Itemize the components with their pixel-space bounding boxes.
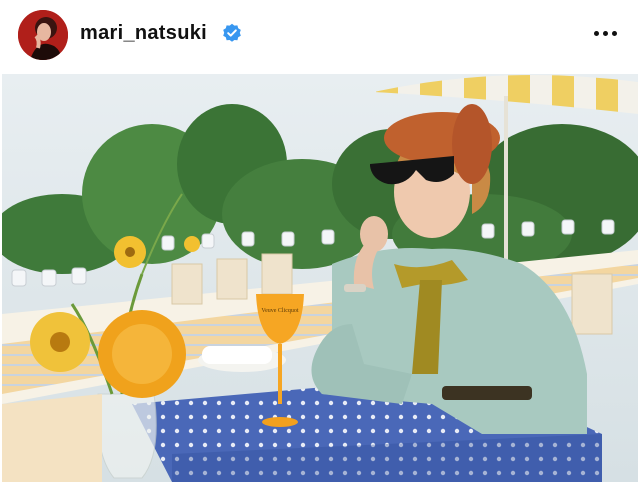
post-photo: Veuve Clicquot bbox=[2, 74, 638, 482]
verified-badge-icon bbox=[223, 23, 241, 42]
profile-avatar-icon bbox=[18, 10, 68, 60]
avatar[interactable] bbox=[18, 10, 68, 60]
outdoor-dining-scene: Veuve Clicquot bbox=[2, 74, 638, 482]
post-header: mari_natsuki bbox=[0, 0, 640, 72]
glass-label: Veuve Clicquot bbox=[261, 308, 298, 314]
username[interactable]: mari_natsuki bbox=[80, 22, 207, 45]
more-options-icon[interactable] bbox=[590, 26, 620, 40]
